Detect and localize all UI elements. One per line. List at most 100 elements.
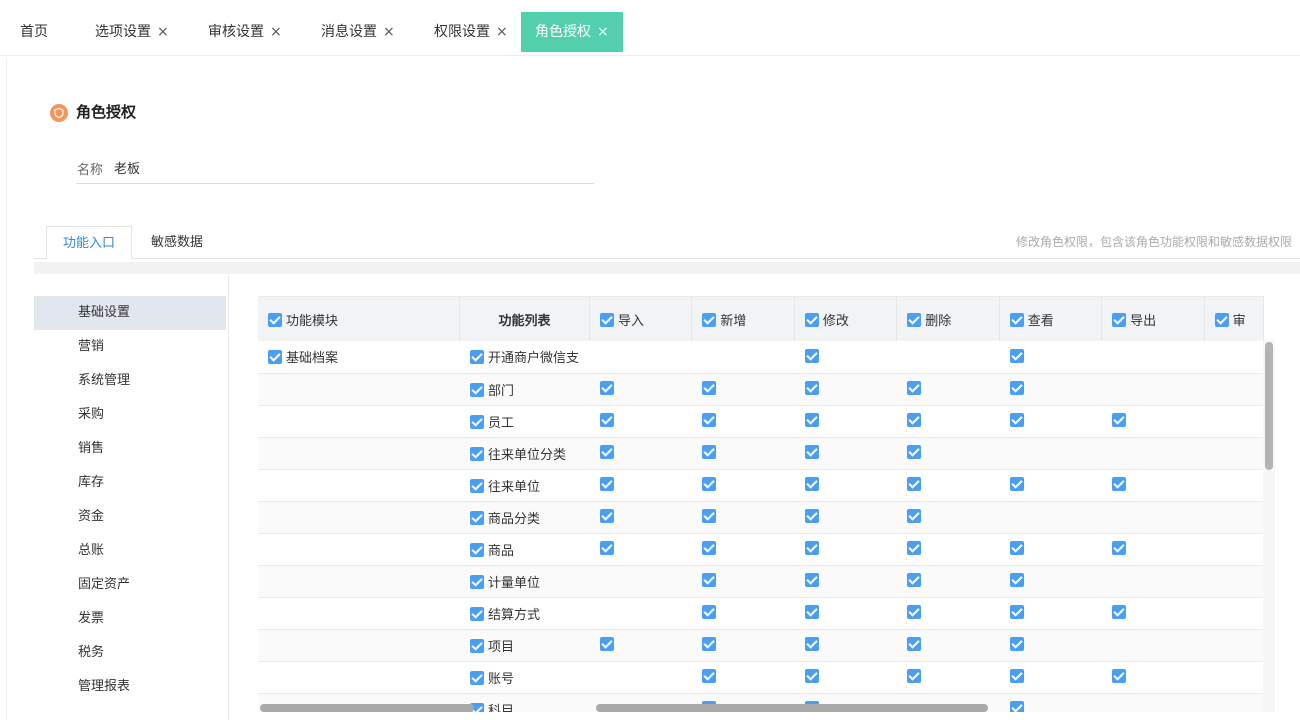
close-icon[interactable]: × [270, 24, 282, 40]
checkbox[interactable] [469, 350, 484, 365]
checkbox[interactable] [804, 541, 819, 555]
checkbox[interactable] [1009, 669, 1024, 683]
checkbox[interactable] [907, 381, 922, 395]
checkbox[interactable] [702, 509, 717, 523]
checkbox[interactable] [599, 637, 614, 651]
sidebar-item[interactable]: 发票 [34, 602, 226, 636]
name-field[interactable]: 老板 [114, 158, 140, 177]
checkbox[interactable] [804, 348, 819, 363]
checkbox[interactable] [1009, 312, 1024, 327]
checkbox[interactable] [599, 509, 614, 523]
tab-message-settings[interactable]: 消息设置 × [321, 12, 395, 52]
checkbox[interactable] [599, 477, 614, 491]
checkbox[interactable] [1214, 312, 1229, 327]
sidebar-item[interactable]: 营销 [34, 330, 226, 364]
checkbox[interactable] [1009, 413, 1024, 427]
checkbox[interactable] [804, 573, 819, 587]
tab-permission-settings[interactable]: 权限设置 × [434, 12, 508, 52]
checkbox[interactable] [1112, 669, 1127, 683]
vertical-scrollbar[interactable] [1265, 342, 1273, 470]
checkbox[interactable] [1009, 701, 1024, 712]
tab-review-settings[interactable]: 审核设置 × [208, 12, 282, 52]
sidebar-item[interactable]: 管理报表 [34, 670, 226, 704]
checkbox[interactable] [469, 382, 484, 397]
checkbox[interactable] [804, 312, 819, 327]
checkbox[interactable] [1009, 477, 1024, 491]
checkbox[interactable] [599, 445, 614, 459]
sidebar-item[interactable]: 税务 [34, 636, 226, 670]
checkbox[interactable] [1009, 381, 1024, 395]
checkbox[interactable] [907, 312, 922, 327]
checkbox[interactable] [599, 312, 614, 327]
checkbox[interactable] [702, 605, 717, 619]
subtab-sensitive-data[interactable]: 敏感数据 [135, 226, 219, 259]
checkbox[interactable] [1112, 413, 1127, 427]
close-icon[interactable]: × [496, 24, 508, 40]
checkbox[interactable] [804, 509, 819, 523]
checkbox[interactable] [702, 445, 717, 459]
checkbox[interactable] [1009, 541, 1024, 555]
tab-role-authorization[interactable]: 角色授权 × [521, 12, 623, 52]
close-icon[interactable]: × [157, 24, 169, 40]
checkbox[interactable] [702, 637, 717, 651]
checkbox[interactable] [702, 312, 717, 327]
checkbox[interactable] [469, 414, 484, 429]
checkbox[interactable] [599, 381, 614, 395]
subtab-function-entry[interactable]: 功能入口 [46, 226, 133, 259]
checkbox[interactable] [907, 445, 922, 459]
checkbox[interactable] [1009, 605, 1024, 619]
checkbox[interactable] [469, 670, 484, 685]
sidebar-item[interactable]: 基础设置 [34, 296, 226, 330]
checkbox[interactable] [268, 350, 282, 365]
checkbox[interactable] [599, 413, 614, 427]
checkbox[interactable] [469, 478, 484, 493]
checkbox[interactable] [702, 541, 717, 555]
sidebar-item[interactable]: 销售 [34, 432, 226, 466]
close-icon[interactable]: × [383, 24, 395, 40]
sidebar-item[interactable]: 采购 [34, 398, 226, 432]
tab-options-settings[interactable]: 选项设置 × [95, 12, 169, 52]
checkbox[interactable] [1112, 477, 1127, 491]
horizontal-scrollbar[interactable] [596, 704, 988, 712]
checkbox[interactable] [702, 413, 717, 427]
checkbox[interactable] [907, 477, 922, 491]
sidebar-item[interactable]: 资金 [34, 500, 226, 534]
sidebar-item[interactable]: 总账 [34, 534, 226, 568]
checkbox[interactable] [907, 669, 922, 683]
checkbox[interactable] [907, 541, 922, 555]
checkbox[interactable] [702, 669, 717, 683]
sidebar-item[interactable]: 系统管理 [34, 364, 226, 398]
sidebar-item[interactable]: 固定资产 [34, 568, 226, 602]
checkbox[interactable] [1009, 637, 1024, 651]
sidebar-item[interactable]: 库存 [34, 466, 226, 500]
checkbox[interactable] [907, 573, 922, 587]
checkbox[interactable] [804, 413, 819, 427]
checkbox[interactable] [469, 606, 484, 621]
checkbox[interactable] [469, 542, 484, 557]
close-icon[interactable]: × [597, 24, 609, 40]
checkbox[interactable] [907, 637, 922, 651]
checkbox[interactable] [907, 605, 922, 619]
checkbox[interactable] [1009, 573, 1024, 587]
checkbox[interactable] [804, 669, 819, 683]
checkbox[interactable] [702, 381, 717, 395]
checkbox[interactable] [469, 510, 484, 525]
checkbox[interactable] [268, 312, 282, 327]
checkbox[interactable] [599, 541, 614, 555]
checkbox[interactable] [804, 637, 819, 651]
checkbox[interactable] [907, 413, 922, 427]
tab-home[interactable]: 首页 [20, 12, 48, 52]
checkbox[interactable] [1009, 348, 1024, 363]
checkbox[interactable] [702, 573, 717, 587]
checkbox[interactable] [1112, 541, 1127, 555]
horizontal-scrollbar-left[interactable] [260, 704, 474, 712]
checkbox[interactable] [907, 509, 922, 523]
checkbox[interactable] [804, 381, 819, 395]
checkbox[interactable] [702, 477, 717, 491]
checkbox[interactable] [804, 605, 819, 619]
checkbox[interactable] [469, 574, 484, 589]
checkbox[interactable] [469, 446, 484, 461]
checkbox[interactable] [1112, 605, 1127, 619]
checkbox[interactable] [469, 638, 484, 653]
checkbox[interactable] [804, 445, 819, 459]
